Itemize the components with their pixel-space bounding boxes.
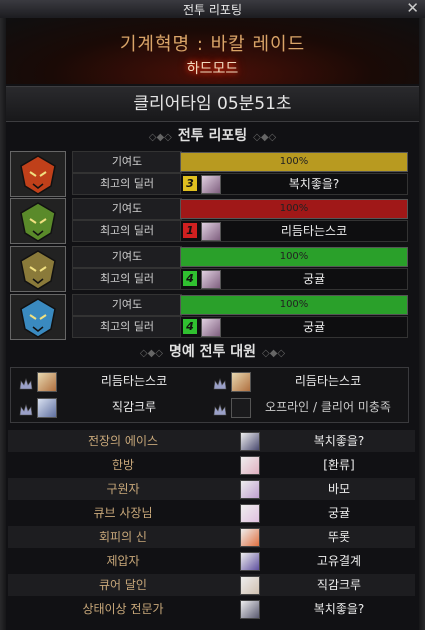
party-boss-portrait xyxy=(10,198,66,244)
clear-time: 클리어타임 05분51초 xyxy=(6,86,419,122)
contribution-value: 100% xyxy=(279,299,309,310)
award-title: 큐어 달인 xyxy=(99,578,147,592)
avatar xyxy=(201,270,221,289)
dungeon-header: 기계혁명 : 바칼 레이드 하드모드 xyxy=(6,18,419,84)
contribution-value: 100% xyxy=(279,156,309,167)
dealer-name: 궁귤 xyxy=(302,272,326,286)
avatar xyxy=(201,222,221,241)
contribution-bar: 100% xyxy=(180,199,408,219)
party-row: 기여도 최고의 딜러 100% 1 리듬타는스코 xyxy=(8,198,419,244)
dealer-name: 복치좋을? xyxy=(288,177,340,191)
rank-badge: 3 xyxy=(183,176,197,191)
party-boss-portrait xyxy=(10,246,66,292)
contribution-value: 100% xyxy=(279,203,309,214)
avatar xyxy=(240,552,260,571)
avatar xyxy=(37,372,57,392)
close-icon[interactable]: ✕ xyxy=(406,0,419,17)
avatar xyxy=(201,175,221,194)
award-player: 복치좋을? xyxy=(313,434,365,448)
party-row: 기여도 최고의 딜러 100% 4 궁귤 xyxy=(8,294,419,340)
best-dealer-row: 4 궁귤 xyxy=(180,268,408,290)
contribution-label: 기여도 xyxy=(72,294,182,316)
contribution-value: 100% xyxy=(279,251,309,262)
best-dealer-row: 3 복치좋을? xyxy=(180,173,408,195)
ornament-right: ◇◆◇ xyxy=(253,132,277,143)
honor-member: 리듬타는스코 xyxy=(213,371,403,393)
frame-right xyxy=(419,18,425,630)
dealer-name: 궁귤 xyxy=(302,320,326,334)
award-player: [환류] xyxy=(323,458,355,472)
honor-party-box: 리듬타는스코 리듬타는스코 직감크루 오프라인 / 클리어 미충족 xyxy=(10,367,409,423)
crown-icon xyxy=(19,375,33,390)
difficulty-label: 하드모드 xyxy=(186,61,239,77)
crown-icon xyxy=(19,401,33,416)
award-title: 회피의 신 xyxy=(99,530,147,544)
battle-report-window: 전투 리포팅 ✕ 기계혁명 : 바칼 레이드 하드모드 클리어타임 05분51초… xyxy=(0,0,425,630)
best-dealer-label: 최고의 딜러 xyxy=(72,220,182,242)
best-dealer-label: 최고의 딜러 xyxy=(72,316,182,338)
honor-member: 오프라인 / 클리어 미충족 xyxy=(213,397,403,419)
empty-avatar xyxy=(231,398,251,418)
award-player: 뚜롯 xyxy=(327,530,351,544)
dungeon-name: 기계혁명 : 바칼 레이드 xyxy=(119,34,306,55)
contribution-bar: 100% xyxy=(180,247,408,267)
rank-badge: 1 xyxy=(183,223,197,238)
best-dealer-label: 최고의 딜러 xyxy=(72,173,182,195)
crown-icon xyxy=(213,375,227,390)
award-player: 바모 xyxy=(327,482,351,496)
award-title: 구원자 xyxy=(106,482,140,496)
rank-badge: 4 xyxy=(183,271,197,286)
honor-member: 리듬타는스코 xyxy=(19,371,209,393)
award-row: 한방 [환류] xyxy=(8,454,415,476)
award-title: 전장의 에이스 xyxy=(87,434,159,448)
best-dealer-label: 최고의 딜러 xyxy=(72,268,182,290)
party-row: 기여도 최고의 딜러 100% 4 궁귤 xyxy=(8,246,419,292)
contribution-label: 기여도 xyxy=(72,151,182,173)
avatar xyxy=(240,600,260,619)
avatar xyxy=(240,504,260,523)
award-row: 회피의 신 뚜롯 xyxy=(8,526,415,548)
avatar xyxy=(37,398,57,418)
award-row: 제압자 고유결계 xyxy=(8,550,415,572)
avatar xyxy=(240,480,260,499)
award-row: 구원자 바모 xyxy=(8,478,415,500)
ornament-left: ◇◆◇ xyxy=(148,132,172,143)
award-title: 제압자 xyxy=(106,554,140,568)
award-title: 한방 xyxy=(111,458,135,472)
award-player: 궁귤 xyxy=(327,506,351,520)
award-row: 큐어 달인 직감크루 xyxy=(8,574,415,596)
party-boss-portrait xyxy=(10,151,66,197)
award-player: 복치좋을? xyxy=(313,602,365,616)
contribution-label: 기여도 xyxy=(72,246,182,268)
party-boss-portrait xyxy=(10,294,66,340)
contribution-bar: 100% xyxy=(180,152,408,172)
award-player: 직감크루 xyxy=(316,578,362,592)
avatar xyxy=(240,528,260,547)
best-dealer-row: 4 궁귤 xyxy=(180,316,408,338)
award-title: 큐브 사장님 xyxy=(93,506,153,520)
rank-badge: 4 xyxy=(183,319,197,334)
honor-member: 직감크루 xyxy=(19,397,209,419)
award-row: 큐브 사장님 궁귤 xyxy=(8,502,415,524)
award-row: 전장의 에이스 복치좋을? xyxy=(8,430,415,452)
battle-report-heading: ◇◆◇ 전투 리포팅 ◇◆◇ xyxy=(148,128,277,144)
contribution-label: 기여도 xyxy=(72,198,182,220)
avatar xyxy=(240,456,260,475)
window-title: 전투 리포팅 xyxy=(182,3,242,17)
avatar xyxy=(240,432,260,451)
avatar xyxy=(240,576,260,595)
honor-party-heading: ◇◆◇ 명예 전투 대원 ◇◆◇ xyxy=(139,344,286,360)
contribution-bar: 100% xyxy=(180,295,408,315)
title-bar: 전투 리포팅 ✕ xyxy=(0,0,425,19)
avatar xyxy=(201,318,221,337)
award-player: 고유결계 xyxy=(316,554,362,568)
avatar xyxy=(231,372,251,392)
best-dealer-row: 1 리듬타는스코 xyxy=(180,220,408,242)
dealer-name: 리듬타는스코 xyxy=(280,224,348,238)
party-row: 기여도 최고의 딜러 100% 3 복치좋을? xyxy=(8,151,419,197)
award-title: 상태이상 전문가 xyxy=(82,602,164,616)
crown-icon xyxy=(213,401,227,416)
award-row: 상태이상 전문가 복치좋을? xyxy=(8,598,415,620)
